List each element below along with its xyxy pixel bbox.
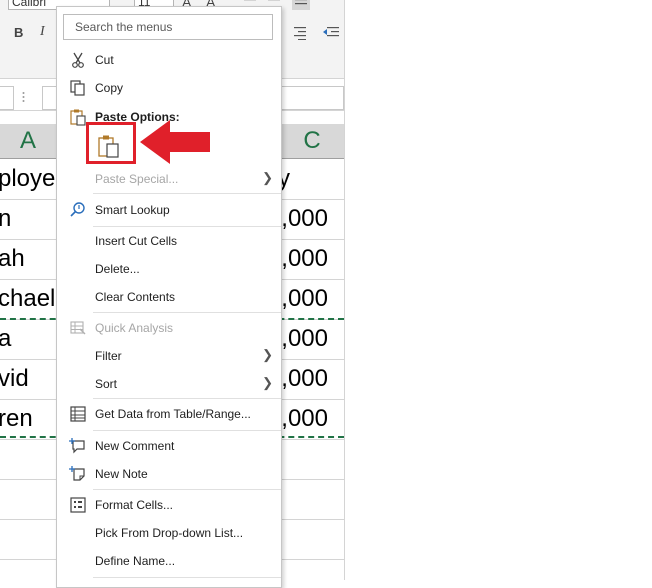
cell-c[interactable]: ,000 bbox=[281, 365, 328, 393]
cell-a[interactable]: ah bbox=[0, 245, 25, 273]
red-arrow-icon bbox=[138, 118, 212, 166]
bold-button[interactable]: B bbox=[14, 25, 23, 40]
menu-item-label: Filter bbox=[95, 349, 122, 363]
menu-item-label: Insert Cut Cells bbox=[95, 234, 177, 248]
menu-item-label: Sort bbox=[95, 377, 117, 391]
table-icon bbox=[69, 405, 87, 423]
menu-item-label: Quick Analysis bbox=[95, 321, 173, 335]
menu-item-copy[interactable]: Copy bbox=[57, 74, 281, 102]
chevron-right-icon: ❯ bbox=[262, 347, 273, 363]
copy-icon bbox=[69, 79, 87, 97]
menu-separator bbox=[93, 430, 281, 431]
menu-item-label: Paste Special... bbox=[95, 172, 178, 186]
menu-separator bbox=[93, 193, 281, 194]
menu-item-label: Format Cells... bbox=[95, 498, 173, 512]
scissors-icon bbox=[69, 51, 87, 69]
cell-a[interactable]: a bbox=[0, 325, 11, 353]
clipboard-icon bbox=[69, 108, 87, 126]
chevron-right-icon: ❯ bbox=[262, 170, 273, 186]
cell-c[interactable]: ,000 bbox=[281, 405, 328, 433]
format-cells-icon bbox=[69, 496, 87, 514]
menu-item-sort[interactable]: Sort ❯ bbox=[57, 370, 281, 398]
menu-separator bbox=[93, 577, 281, 578]
quick-analysis-icon bbox=[69, 319, 87, 337]
menu-item-delete[interactable]: Delete... bbox=[57, 255, 281, 283]
menu-item-label: Pick From Drop-down List... bbox=[95, 526, 243, 540]
cell-c[interactable]: ,000 bbox=[281, 205, 328, 233]
menu-item-label: New Note bbox=[95, 467, 148, 481]
column-header-c[interactable]: C bbox=[280, 124, 344, 159]
align-center-icon[interactable] bbox=[292, 0, 310, 10]
name-box[interactable] bbox=[0, 86, 14, 110]
new-note-icon bbox=[69, 465, 87, 483]
decrease-indent-icon[interactable] bbox=[322, 24, 340, 40]
cell-a[interactable]: chael bbox=[0, 285, 55, 313]
menu-item-quick-analysis[interactable]: Quick Analysis bbox=[57, 314, 281, 342]
menu-item-label: Clear Contents bbox=[95, 290, 175, 304]
italic-button[interactable]: I bbox=[40, 24, 45, 40]
menu-item-new-comment[interactable]: New Comment bbox=[57, 432, 281, 460]
menu-item-label: Delete... bbox=[95, 262, 140, 276]
menu-separator bbox=[93, 489, 281, 490]
menu-item-label: Cut bbox=[95, 53, 114, 67]
menu-item-filter[interactable]: Filter ❯ bbox=[57, 342, 281, 370]
menu-item-label: Copy bbox=[95, 81, 123, 95]
cell-c[interactable]: ,000 bbox=[281, 285, 328, 313]
menu-item-get-data[interactable]: Get Data from Table/Range... bbox=[57, 400, 281, 428]
menu-item-define-name[interactable]: Define Name... bbox=[57, 547, 281, 575]
menu-item-format-cells[interactable]: Format Cells... bbox=[57, 491, 281, 519]
cell-c[interactable]: ,000 bbox=[281, 325, 328, 353]
search-menus-input[interactable]: Search the menus bbox=[63, 14, 273, 40]
menu-item-clear-contents[interactable]: Clear Contents bbox=[57, 283, 281, 311]
cell-a[interactable]: ren bbox=[0, 405, 33, 433]
window-edge bbox=[344, 0, 345, 580]
menu-item-label: Define Name... bbox=[95, 554, 175, 568]
paste-highlight-box bbox=[86, 122, 136, 164]
cell-a[interactable]: vid bbox=[0, 365, 29, 393]
align-right-icon[interactable] bbox=[292, 24, 308, 40]
new-comment-icon bbox=[69, 437, 87, 455]
menu-item-insert-cut-cells[interactable]: Insert Cut Cells bbox=[57, 227, 281, 255]
menu-item-label: Smart Lookup bbox=[95, 203, 170, 217]
smart-lookup-icon bbox=[69, 201, 87, 219]
menu-item-new-note[interactable]: New Note bbox=[57, 460, 281, 488]
formula-bar-handle-icon bbox=[22, 90, 25, 104]
menu-item-label: New Comment bbox=[95, 439, 174, 453]
chevron-right-icon: ❯ bbox=[262, 375, 273, 391]
menu-separator bbox=[93, 398, 281, 399]
menu-separator bbox=[93, 312, 281, 313]
menu-item-cut[interactable]: Cut bbox=[57, 46, 281, 74]
context-menu: Search the menus Cut Copy Paste Options:… bbox=[56, 6, 282, 588]
menu-item-label: Get Data from Table/Range... bbox=[95, 407, 251, 421]
cell-c[interactable]: ,000 bbox=[281, 245, 328, 273]
menu-item-pick-from-list[interactable]: Pick From Drop-down List... bbox=[57, 519, 281, 547]
menu-item-smart-lookup[interactable]: Smart Lookup bbox=[57, 196, 281, 224]
menu-item-paste-special[interactable]: Paste Special... ❯ bbox=[57, 165, 281, 193]
column-header-a[interactable]: A bbox=[0, 124, 57, 159]
cell-a[interactable]: n bbox=[0, 205, 11, 233]
